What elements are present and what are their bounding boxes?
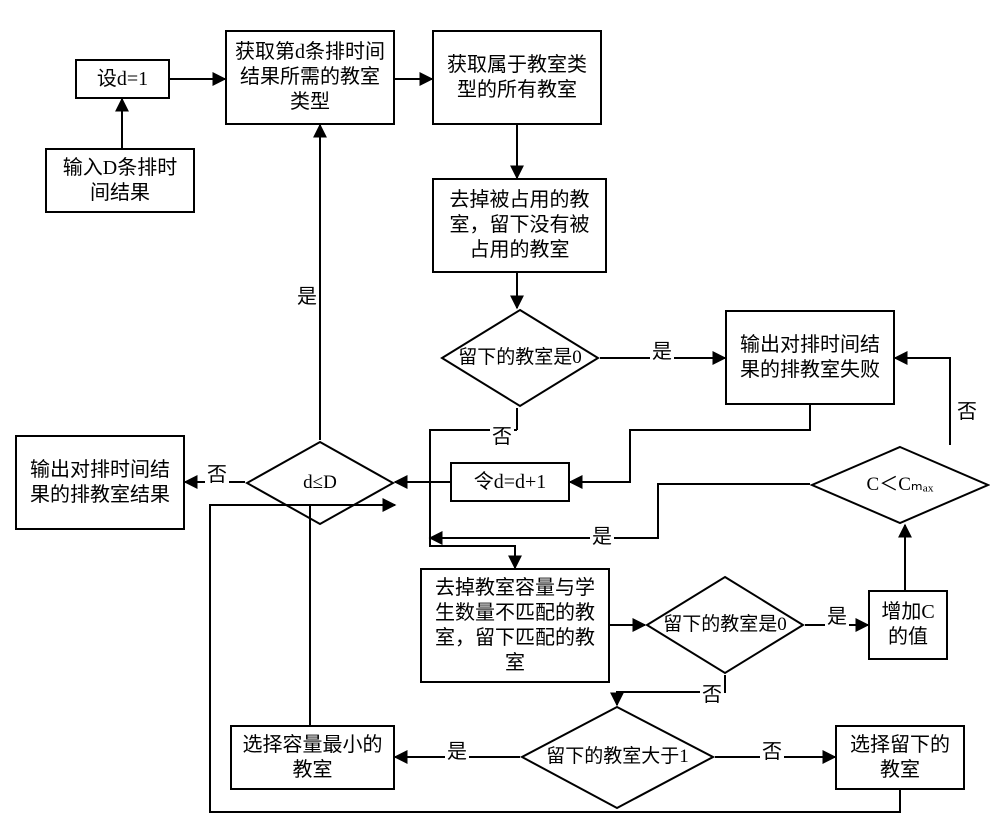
- edge-yes-1: 是: [650, 335, 674, 364]
- flow-edges: [0, 0, 1000, 827]
- edge-yes-5: 是: [445, 735, 469, 764]
- edge-no-5: 否: [760, 735, 784, 764]
- edge-no-4: 否: [700, 678, 724, 707]
- edge-yes-3: 是: [590, 520, 614, 549]
- edge-yes-2: 是: [295, 280, 319, 309]
- edge-no-1: 否: [490, 420, 514, 449]
- edge-yes-4: 是: [825, 600, 849, 629]
- edge-no-2: 否: [205, 458, 229, 487]
- edge-no-3: 否: [955, 395, 979, 424]
